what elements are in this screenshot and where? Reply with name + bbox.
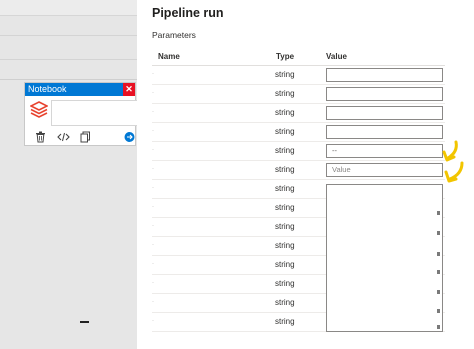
databricks-logo-icon xyxy=(30,101,48,118)
parameter-row: · string xyxy=(152,123,445,142)
parameter-row: · string Value xyxy=(152,161,445,180)
parameter-type: string xyxy=(275,108,295,117)
parameter-value-input[interactable] xyxy=(326,68,443,82)
column-header-value: Value xyxy=(326,52,347,61)
close-icon[interactable]: ✕ xyxy=(123,83,135,96)
arrow-right-icon[interactable] xyxy=(124,131,135,143)
delete-icon[interactable] xyxy=(35,131,46,143)
parameter-row: · string xyxy=(152,85,445,104)
parameter-type: string xyxy=(275,184,295,193)
parameter-value-input[interactable] xyxy=(326,125,443,139)
canvas-scroll-marker xyxy=(80,321,89,323)
parameter-value-input[interactable]: Value xyxy=(326,163,443,177)
parameter-row: · string xyxy=(152,104,445,123)
parameter-type: string xyxy=(275,203,295,212)
canvas-toolbar-row xyxy=(0,36,137,60)
parameter-type: string xyxy=(275,279,295,288)
parameter-type: string xyxy=(275,165,295,174)
parameter-type: string xyxy=(275,127,295,136)
notebook-name-box xyxy=(51,100,137,126)
parameter-type: string xyxy=(275,298,295,307)
parameter-value-input[interactable] xyxy=(326,87,443,101)
parameter-type: string xyxy=(275,222,295,231)
parameter-type: string xyxy=(275,260,295,269)
parameter-value-textarea[interactable] xyxy=(326,184,443,332)
notebook-activity[interactable]: Notebook ✕ xyxy=(24,82,137,146)
parameter-type: string xyxy=(275,317,295,326)
parameter-type: string xyxy=(275,146,295,155)
parameter-row: · string xyxy=(152,66,445,85)
parameter-value-input[interactable]: -- xyxy=(326,144,443,158)
copy-icon[interactable] xyxy=(80,131,91,143)
column-header-name: Name xyxy=(158,52,180,61)
panel-title: Pipeline run xyxy=(152,6,224,20)
parameter-type: string xyxy=(275,70,295,79)
notebook-activity-header: Notebook ✕ xyxy=(25,83,135,96)
canvas-toolbar-row xyxy=(0,60,137,80)
canvas-toolbar xyxy=(0,0,137,16)
column-header-type: Type xyxy=(276,52,295,61)
parameter-row: · string -- xyxy=(152,142,445,161)
pipeline-canvas[interactable]: Notebook ✕ xyxy=(0,0,137,349)
parameter-type: string xyxy=(275,241,295,250)
parameters-label: Parameters xyxy=(152,30,196,40)
parameter-type: string xyxy=(275,89,295,98)
parameter-value-input[interactable] xyxy=(326,106,443,120)
notebook-activity-title: Notebook xyxy=(28,84,67,94)
code-icon[interactable] xyxy=(57,131,70,143)
canvas-toolbar-row xyxy=(0,16,137,36)
highlight-arrow-icon xyxy=(444,161,464,183)
